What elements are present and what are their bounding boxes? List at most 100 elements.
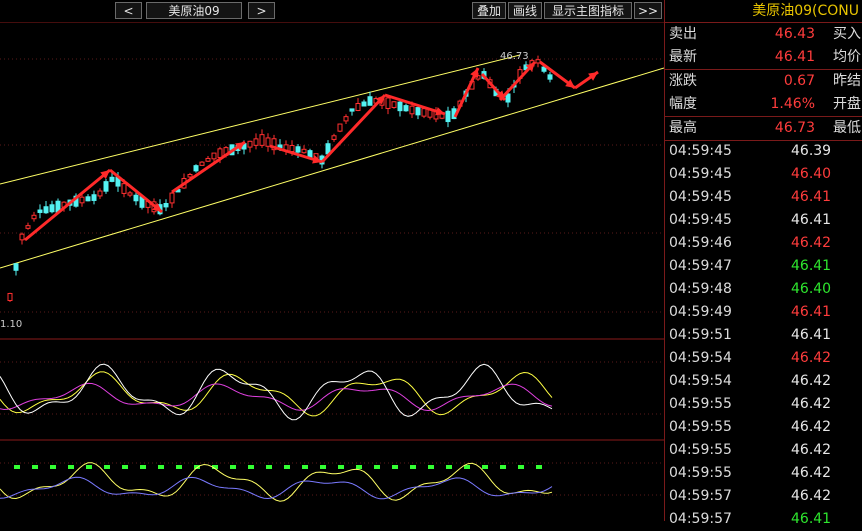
candle-body [355,103,361,111]
channel-lower-line [0,67,664,269]
candle-body [109,176,115,182]
tick-row: 04:59:54 46.42 [665,347,862,370]
tick-price: 46.42 [791,373,832,389]
prev-symbol-button[interactable]: < [115,2,142,19]
tick-row: 04:59:48 46.40 [665,278,862,301]
tick-row: 04:59:46 46.42 [665,232,862,255]
kline-chart[interactable]: 46.73 1.10 [0,22,664,521]
next-symbol-button[interactable]: > [248,2,275,19]
quote-label-secondary: 开盘 [833,96,861,112]
quote-label-secondary: 均价 [833,49,861,65]
quote-value: 46.43 [774,26,815,42]
tick-price: 46.40 [791,166,832,182]
candle-body [415,107,421,116]
candle-body [403,105,409,112]
more-button[interactable]: >> [634,2,662,19]
tick-price: 46.41 [791,189,832,205]
tick-price: 46.41 [791,258,832,274]
candle-body [349,108,355,112]
overlay-button[interactable]: 叠加 [472,2,506,19]
channel-upper-line [0,54,521,185]
quote-row: 涨跌 0.67 昨结 [665,70,862,93]
candle-body [205,157,211,162]
quote-label: 涨跌 [669,73,697,89]
tick-time: 04:59:55 [669,465,732,481]
tick-time: 04:59:54 [669,350,732,366]
quote-row: 最高 46.73 最低 [665,117,862,140]
tick-time: 04:59:48 [669,281,732,297]
tick-time: 04:59:45 [669,212,732,228]
tick-time: 04:59:55 [669,419,732,435]
trend-arrow-line [171,140,246,194]
candle-body [343,116,349,122]
tick-price: 46.42 [791,350,832,366]
tick-price: 46.42 [791,465,832,481]
candle-body [169,192,175,204]
quote-title: 美原油09(CONU [665,0,862,22]
trend-arrow-line [24,168,111,242]
main-indicator-button[interactable]: 显示主图指标 [544,2,632,19]
tick-time: 04:59:54 [669,373,732,389]
candle-body [391,101,397,108]
quote-label-secondary: 买入 [833,26,861,42]
candle-body [259,134,265,146]
kline-chart-canvas[interactable]: 46.73 1.10 [0,22,664,521]
candle-body [247,140,253,148]
trend-arrow-head [435,107,445,116]
tick-time: 04:59:45 [669,166,732,182]
quote-value: 46.73 [774,120,815,136]
candle-body [397,101,403,112]
candle-body [265,137,271,147]
tick-price: 46.41 [791,511,832,527]
tick-row: 04:59:55 46.42 [665,439,862,462]
candle-body [331,135,337,140]
candle-body [133,194,139,202]
candle-body [7,292,13,302]
tick-price: 46.42 [791,442,832,458]
tick-row: 04:59:45 46.41 [665,186,862,209]
candle-body [85,196,91,202]
candle-body [301,148,307,154]
tick-row: 04:59:47 46.41 [665,255,862,278]
tick-price: 46.39 [791,143,832,159]
candle-body [79,196,85,204]
candle-body [547,74,553,80]
tick-price: 46.42 [791,419,832,435]
candle-body [337,123,343,132]
tick-price: 46.41 [791,327,832,343]
candlesticks [7,55,553,302]
candle-body [163,203,169,208]
high-price-label: 46.73 [500,51,529,62]
tick-time: 04:59:57 [669,511,732,527]
candle-body [193,165,199,172]
tick-row: 04:59:45 46.39 [665,140,862,163]
tick-row: 04:59:57 46.42 [665,485,862,508]
candle-body [13,263,19,271]
tick-row: 04:59:45 46.41 [665,209,862,232]
quote-row: 幅度 1.46% 开盘 [665,93,862,116]
candle-body [43,206,49,214]
tick-time: 04:59:49 [669,304,732,320]
draw-line-button[interactable]: 画线 [508,2,542,19]
quote-label: 最高 [669,120,697,136]
chart-toolbar: < 美原油09 > 叠加 画线 显示主图指标 >> [0,0,664,22]
symbol-selector[interactable]: 美原油09 [146,2,242,19]
grid-lines [0,58,664,496]
tick-price: 46.41 [791,212,832,228]
candle-body [421,108,427,117]
candle-body [19,233,25,241]
quote-value: 1.46% [770,96,815,112]
tick-price: 46.40 [791,281,832,297]
quote-value: 46.41 [774,49,815,65]
tick-row: 04:59:57 46.41 [665,508,862,531]
candle-body [127,192,133,196]
candle-body [49,204,55,213]
tick-row: 04:59:55 46.42 [665,393,862,416]
tick-time: 04:59:51 [669,327,732,343]
candle-body [25,225,31,229]
tick-row: 04:59:45 46.40 [665,163,862,186]
candle-body [253,138,259,146]
tick-time: 04:59:55 [669,396,732,412]
candle-body [289,145,295,152]
tick-price: 46.42 [791,235,832,251]
